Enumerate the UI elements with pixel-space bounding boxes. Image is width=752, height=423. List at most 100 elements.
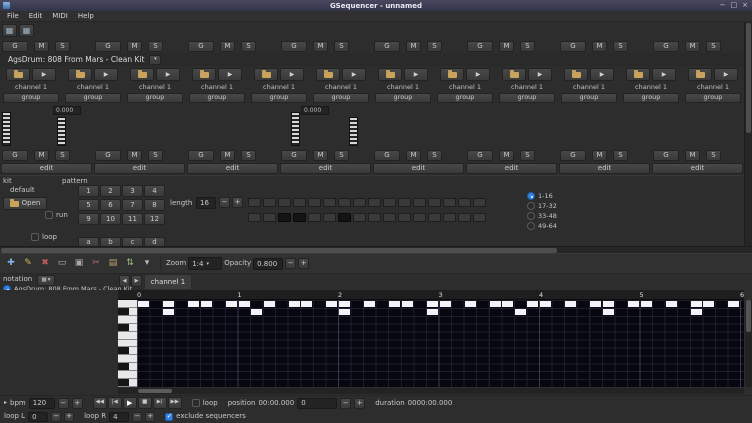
gms-g-button[interactable]: G xyxy=(467,150,493,161)
pattern-pad-10[interactable] xyxy=(383,198,396,207)
bank-2-button[interactable]: 2 xyxy=(100,185,121,197)
note[interactable] xyxy=(490,301,501,307)
bank-5-button[interactable]: 5 xyxy=(78,199,99,211)
note[interactable] xyxy=(402,301,413,307)
pattern-pad-3[interactable] xyxy=(278,198,291,207)
gms-m-button[interactable]: M xyxy=(499,150,514,161)
note[interactable] xyxy=(239,301,250,307)
piano-key[interactable] xyxy=(118,340,137,348)
piano-key[interactable] xyxy=(118,300,137,308)
expander-icon[interactable]: ▸ xyxy=(4,400,7,406)
note[interactable] xyxy=(603,309,614,315)
note[interactable] xyxy=(427,309,438,315)
gms-m-button[interactable]: M xyxy=(127,41,142,52)
edit-button[interactable]: edit xyxy=(1,163,92,174)
note[interactable] xyxy=(628,301,639,307)
group-button[interactable]: group xyxy=(437,93,493,103)
cut-icon[interactable]: ✂ xyxy=(88,256,104,272)
gms-m-button[interactable]: M xyxy=(685,41,700,52)
black-key[interactable] xyxy=(118,308,129,315)
piano-key[interactable] xyxy=(118,308,137,316)
note[interactable] xyxy=(465,301,476,307)
bank-4-button[interactable]: 4 xyxy=(144,185,165,197)
black-key[interactable] xyxy=(118,363,129,370)
edit-button[interactable]: edit xyxy=(373,163,464,174)
group-button[interactable]: group xyxy=(623,93,679,103)
note[interactable] xyxy=(666,301,677,307)
gms-g-button[interactable]: G xyxy=(560,150,586,161)
pattern-pad-9[interactable] xyxy=(368,213,381,222)
select-icon[interactable]: ▭ xyxy=(54,256,70,272)
pattern-pad-11[interactable] xyxy=(398,213,411,222)
note[interactable] xyxy=(540,301,551,307)
menu-edit[interactable]: Edit xyxy=(24,11,48,21)
note[interactable] xyxy=(163,301,174,307)
previous-button[interactable]: |◀ xyxy=(108,397,122,409)
machine-menu-button[interactable]: ▾ xyxy=(149,55,161,65)
machines-grid-icon[interactable]: ▦ xyxy=(2,24,17,37)
note[interactable] xyxy=(502,301,513,307)
gms-m-button[interactable]: M xyxy=(592,41,607,52)
play-channel-button[interactable]: ▶ xyxy=(652,68,676,81)
open-sample-button[interactable] xyxy=(378,68,402,81)
opacity-increment-button[interactable]: + xyxy=(298,258,309,269)
note-grid[interactable] xyxy=(137,300,744,387)
position-increment-button[interactable]: + xyxy=(354,398,365,409)
play-channel-button[interactable]: ▶ xyxy=(32,68,56,81)
pattern-pad-15[interactable] xyxy=(458,213,471,222)
group-button[interactable]: group xyxy=(127,93,183,103)
open-sample-button[interactable] xyxy=(440,68,464,81)
gms-m-button[interactable]: M xyxy=(685,150,700,161)
pattern-pad-9[interactable] xyxy=(368,198,381,207)
play-channel-button[interactable]: ▶ xyxy=(590,68,614,81)
gms-g-button[interactable]: G xyxy=(95,150,121,161)
pattern-pad-7[interactable] xyxy=(338,198,351,207)
play-channel-button[interactable]: ▶ xyxy=(528,68,552,81)
gms-m-button[interactable]: M xyxy=(313,150,328,161)
note[interactable] xyxy=(703,301,714,307)
loop-l-increment-button[interactable]: + xyxy=(64,412,74,422)
piano-key[interactable] xyxy=(118,355,137,363)
edit-button[interactable]: edit xyxy=(187,163,278,174)
gms-m-button[interactable]: M xyxy=(406,150,421,161)
gms-s-button[interactable]: S xyxy=(613,150,628,161)
loop-l-decrement-button[interactable]: − xyxy=(51,412,61,422)
gms-g-button[interactable]: G xyxy=(188,150,214,161)
pattern-pad-4[interactable] xyxy=(293,198,306,207)
gms-s-button[interactable]: S xyxy=(706,150,721,161)
pad-value[interactable]: 0.000 xyxy=(53,106,81,115)
gms-g-button[interactable]: G xyxy=(2,150,28,161)
scrollbar-thumb[interactable] xyxy=(746,300,751,332)
bank-12-button[interactable]: 12 xyxy=(144,213,165,225)
note[interactable] xyxy=(641,301,652,307)
play-channel-button[interactable]: ▶ xyxy=(94,68,118,81)
maximize-icon[interactable]: □ xyxy=(731,2,738,9)
play-channel-button[interactable]: ▶ xyxy=(156,68,180,81)
group-button[interactable]: group xyxy=(3,93,59,103)
pattern-pad-16[interactable] xyxy=(473,213,486,222)
note[interactable] xyxy=(163,309,174,315)
play-channel-button[interactable]: ▶ xyxy=(404,68,428,81)
note[interactable] xyxy=(389,301,400,307)
page-option-1-16[interactable]: 1-16 xyxy=(527,192,553,200)
gms-g-button[interactable]: G xyxy=(95,41,121,52)
gms-s-button[interactable]: S xyxy=(241,41,256,52)
open-sample-button[interactable] xyxy=(6,68,30,81)
note[interactable] xyxy=(201,301,212,307)
piano-key[interactable] xyxy=(118,316,137,324)
play-button[interactable]: ▶ xyxy=(123,397,137,409)
position-icon[interactable]: ✚ xyxy=(3,256,19,272)
gms-s-button[interactable]: S xyxy=(334,41,349,52)
length-decrement-button[interactable]: − xyxy=(219,197,230,208)
forward-button[interactable]: ▶▶ xyxy=(168,397,182,409)
piano-key[interactable] xyxy=(118,379,137,387)
pattern-pad-10[interactable] xyxy=(383,213,396,222)
pattern-pad-12[interactable] xyxy=(413,213,426,222)
bank-6-button[interactable]: 6 xyxy=(100,199,121,211)
clear-icon[interactable]: ✖ xyxy=(37,256,53,272)
gms-g-button[interactable]: G xyxy=(281,150,307,161)
open-sample-button[interactable] xyxy=(626,68,650,81)
bank-11-button[interactable]: 11 xyxy=(122,213,143,225)
gms-g-button[interactable]: G xyxy=(2,41,28,52)
piano-keyboard[interactable] xyxy=(118,300,137,387)
